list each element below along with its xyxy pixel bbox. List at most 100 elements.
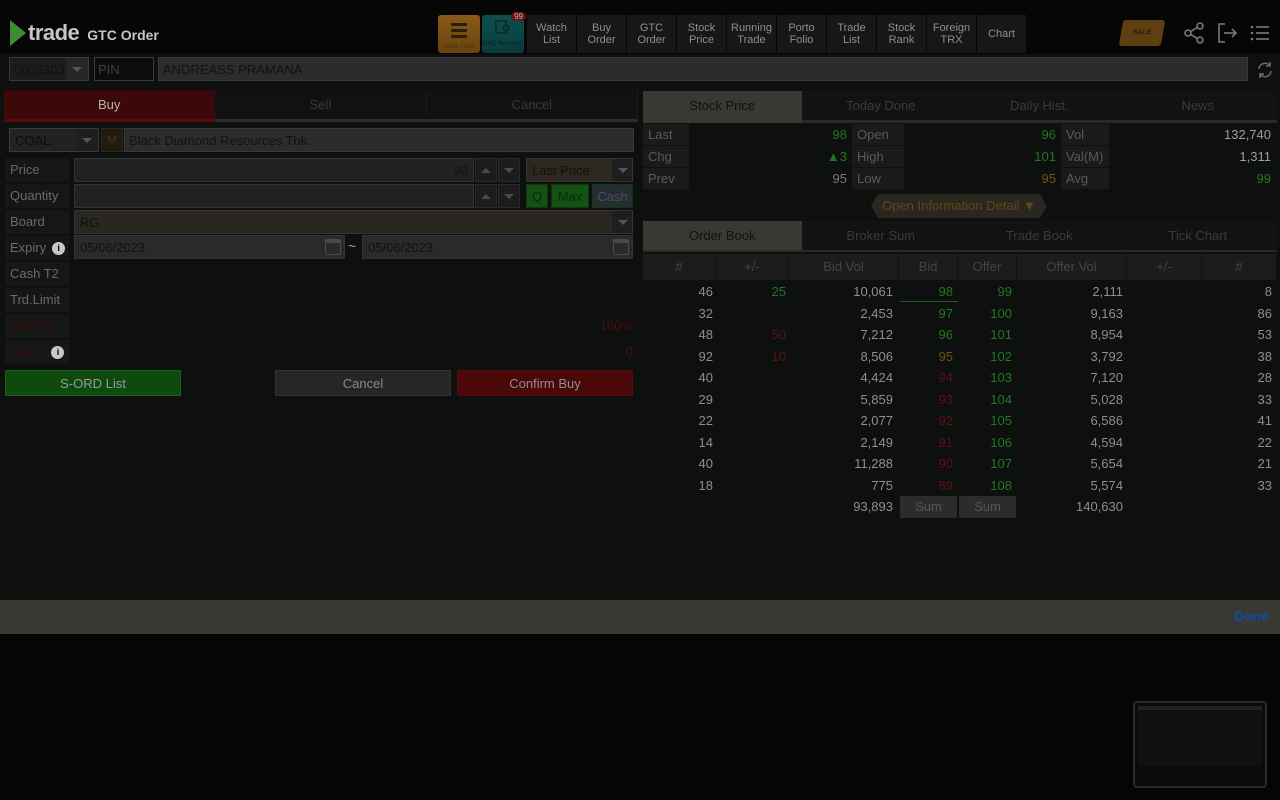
tab-sell[interactable]: Sell: [215, 90, 427, 122]
quantity-input[interactable]: [74, 184, 474, 208]
price-input[interactable]: 98: [74, 158, 474, 182]
quote-value-valm: 1,311: [1239, 149, 1271, 164]
bid-vol: 10,061: [853, 284, 893, 299]
price-down-button[interactable]: [498, 158, 520, 182]
nav-label: Trade: [837, 22, 866, 34]
stock-dropdown[interactable]: [76, 129, 98, 151]
expiry-to-input[interactable]: 05/06/2023: [362, 235, 633, 259]
nav-label: Buy: [592, 22, 611, 34]
orderbook-row[interactable]: 48 50 7,212 96 101 8,954 53: [643, 324, 1277, 345]
orderbook-row[interactable]: 18 775 89 108 5,574 33: [643, 475, 1277, 496]
nav-gtc-order[interactable]: GTC Order: [626, 15, 676, 53]
tab-stock-price[interactable]: Stock Price: [643, 91, 802, 123]
mnc-research-button[interactable]: MNC Research 99: [482, 12, 526, 53]
offer-vol: 4,594: [1090, 434, 1123, 450]
price-type-select[interactable]: Last Price: [526, 158, 633, 182]
account-select[interactable]: 0005303: [9, 57, 89, 81]
q-button[interactable]: Q: [526, 184, 548, 208]
net-value: 100%: [599, 318, 633, 333]
board-select[interactable]: RG: [74, 210, 633, 234]
quote-tabs: Stock Price Today Done Daily Hist. News: [643, 91, 1277, 123]
calendar-icon[interactable]: [613, 239, 629, 255]
tab-broker-sum[interactable]: Broker Sum: [801, 221, 960, 252]
nav-stock-price[interactable]: Stock Price: [676, 15, 726, 53]
info-icon[interactable]: i: [52, 242, 66, 256]
orderbook-row[interactable]: 92 10 8,506 95 102 3,792 38: [643, 346, 1277, 367]
bid-count: 29: [698, 391, 713, 407]
tab-news[interactable]: News: [1118, 91, 1277, 123]
nav-foreign-trx[interactable]: Foreign TRX: [926, 15, 976, 53]
bid-vol: 2,453: [860, 305, 893, 321]
offer-count: 86: [1257, 305, 1272, 321]
orderbook-row[interactable]: 32 2,453 97 100 9,163 86: [643, 303, 1277, 324]
max-button[interactable]: Max: [551, 184, 589, 208]
nav-trade-list[interactable]: Trade List: [826, 15, 876, 53]
cash-button[interactable]: Cash: [592, 184, 633, 208]
notification-badge: 99: [511, 12, 526, 21]
tab-buy[interactable]: Buy: [4, 90, 216, 122]
orderbook-row[interactable]: 40 11,288 90 107 5,654 21: [643, 453, 1277, 474]
orderbook-row[interactable]: 46 25 10,061 98 99 2,111 8: [643, 281, 1277, 302]
total-label: Total i: [5, 340, 69, 364]
refresh-icon[interactable]: [1256, 61, 1274, 79]
logout-icon[interactable]: [1215, 21, 1239, 45]
menu-list-icon[interactable]: [1248, 21, 1272, 45]
done-button[interactable]: Done: [1234, 608, 1269, 624]
logo-text: trade: [28, 20, 80, 45]
offer-vol: 5,574: [1090, 477, 1123, 493]
offer-price: 102: [990, 348, 1012, 364]
page-title: GTC Order: [87, 27, 159, 43]
tab-cancel[interactable]: Cancel: [426, 90, 638, 122]
expiry-to-value: 05/06/2023: [368, 240, 434, 255]
bid-price: 96: [938, 327, 953, 342]
cancel-button[interactable]: Cancel: [275, 370, 451, 396]
stock-feed-button[interactable]: Stock Feed: [438, 15, 480, 53]
orderbook-row[interactable]: 40 4,424 94 103 7,120 28: [643, 367, 1277, 388]
nav-running-trade[interactable]: Running Trade: [726, 15, 776, 53]
tab-daily-hist[interactable]: Daily Hist.: [960, 91, 1119, 123]
expiry-from-input[interactable]: 05/06/2023: [74, 235, 345, 259]
promo-badge-icon[interactable]: SALE: [1118, 20, 1166, 46]
account-dropdown[interactable]: [66, 58, 88, 80]
board-dropdown[interactable]: [612, 211, 632, 233]
orderbook-tabs: Order Book Broker Sum Trade Book Tick Ch…: [643, 221, 1277, 252]
nav-label: Folio: [789, 34, 814, 46]
pin-input[interactable]: PIN: [94, 57, 154, 81]
app-thumbnail-preview[interactable]: [1133, 701, 1267, 788]
orderbook-row[interactable]: 22 2,077 92 105 6,586 41: [643, 410, 1277, 431]
orderbook-row[interactable]: 29 5,859 93 104 5,028 33: [643, 389, 1277, 410]
nav-watch-list[interactable]: Watch List: [526, 15, 576, 53]
bid-price: 94: [938, 370, 953, 385]
calendar-icon[interactable]: [325, 239, 341, 255]
stock-code-select[interactable]: COAL: [9, 128, 99, 152]
open-info-detail-button[interactable]: Open Information Detail ▼: [871, 194, 1047, 218]
orderbook-row[interactable]: 14 2,149 91 106 4,594 22: [643, 432, 1277, 453]
confirm-buy-button[interactable]: Confirm Buy: [457, 370, 633, 396]
bid-vol: 5,859: [860, 391, 893, 407]
nav-chart[interactable]: Chart: [976, 15, 1026, 53]
price-up-button[interactable]: [475, 158, 497, 182]
quantity-down-button[interactable]: [498, 184, 520, 208]
app-logo: trade GTC Order: [10, 20, 159, 46]
nav-porto-folio[interactable]: Porto Folio: [776, 15, 826, 53]
tab-tick-chart[interactable]: Tick Chart: [1118, 221, 1277, 252]
tab-order-book[interactable]: Order Book: [643, 221, 802, 252]
quote-label: Avg: [1061, 168, 1109, 189]
sord-list-button[interactable]: S-ORD List: [5, 370, 181, 396]
total-value: 0: [625, 344, 633, 359]
tab-trade-book[interactable]: Trade Book: [960, 221, 1119, 252]
info-icon[interactable]: i: [51, 346, 65, 360]
share-icon[interactable]: [1182, 21, 1206, 45]
arrow-up-icon: [481, 194, 491, 199]
offer-vol: 3,792: [1090, 348, 1123, 364]
nav-stock-rank[interactable]: Stock Rank: [876, 15, 926, 53]
nav-label: TRX: [940, 34, 963, 46]
nav-buy-order[interactable]: Buy Order: [576, 15, 626, 53]
quote-value-avg: 99: [1256, 171, 1271, 186]
offer-price: 108: [990, 477, 1012, 493]
offer-price: 100: [990, 305, 1012, 321]
price-type-dropdown[interactable]: [612, 159, 632, 181]
tab-today-done[interactable]: Today Done: [801, 91, 960, 123]
quantity-up-button[interactable]: [475, 184, 497, 208]
offer-count: 8: [1264, 284, 1272, 299]
